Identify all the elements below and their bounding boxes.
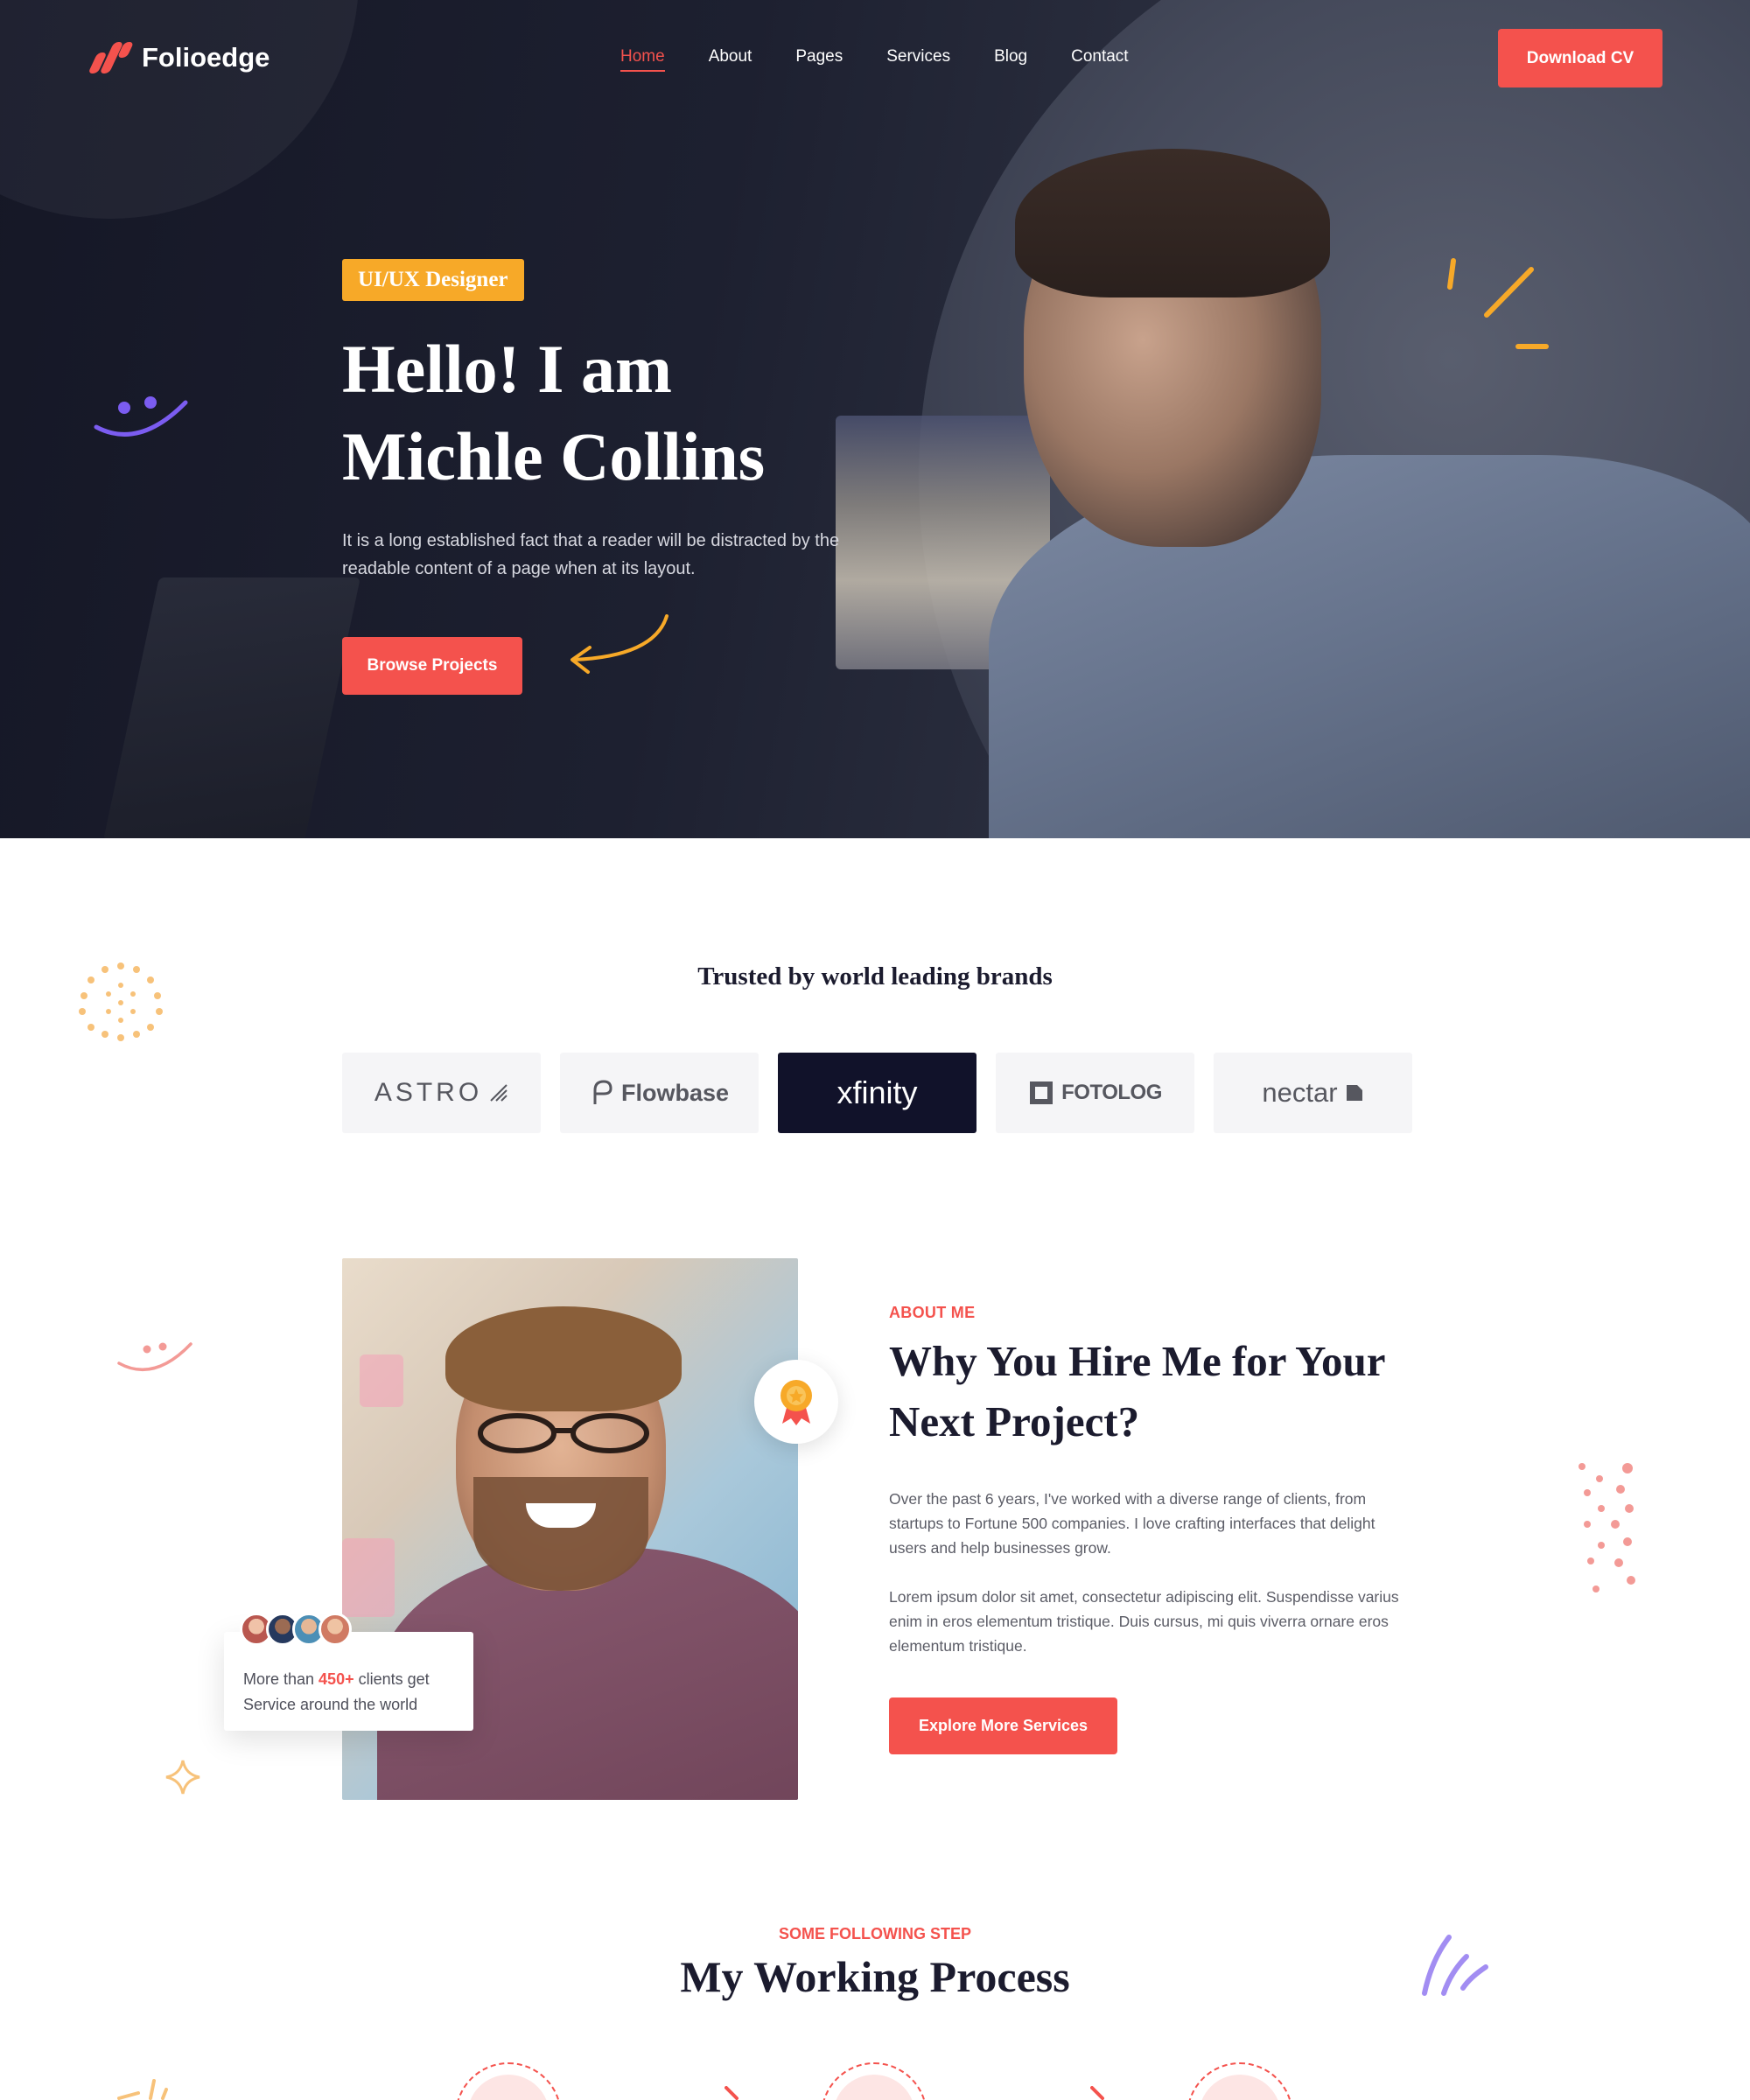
about-paragraph-2: Lorem ipsum dolor sit amet, consectetur … xyxy=(889,1588,1399,1655)
brand-logo-flowbase[interactable]: Flowbase xyxy=(560,1053,759,1133)
about-eyebrow: ABOUT ME xyxy=(889,1304,976,1321)
about-paragraph-1: Over the past 6 years, I've worked with … xyxy=(889,1490,1376,1557)
brand-logo-fotolog[interactable]: FOTOLOG xyxy=(996,1053,1194,1133)
nav-item-services[interactable]: Services xyxy=(886,47,950,72)
step-arrow-icon xyxy=(1090,2086,1104,2100)
hero-heading-line1: Hello! I am xyxy=(342,331,672,407)
sparkle-lines-icon xyxy=(1447,258,1549,349)
process-step-2 xyxy=(821,2062,928,2100)
process-step-1 xyxy=(455,2062,562,2100)
clients-count: 450+ xyxy=(318,1670,354,1688)
smile-doodle-pink-icon xyxy=(117,1342,192,1372)
flowbase-wordmark: Flowbase xyxy=(620,1079,730,1106)
process-eyebrow: SOME FOLLOWING STEP xyxy=(779,1925,971,1942)
xfinity-wordmark: xfinity xyxy=(836,1074,918,1110)
about-heading: Why You Hire Me for Your Next Project? xyxy=(889,1331,1414,1452)
curved-arrow-icon xyxy=(570,614,668,674)
explore-services-button[interactable]: Explore More Services xyxy=(889,1698,1117,1754)
nectar-wordmark: nectar xyxy=(1262,1077,1338,1108)
brand-logo-xfinity[interactable]: xfinity xyxy=(778,1053,976,1133)
brand-logo[interactable]: Folioedge xyxy=(86,40,270,75)
nav-item-pages[interactable]: Pages xyxy=(795,47,843,72)
smile-doodle-icon xyxy=(94,396,188,437)
brand-logo-astro[interactable]: ASTRO xyxy=(342,1053,541,1133)
top-navigation: Folioedge Home About Pages Services Blog… xyxy=(0,0,1750,117)
logo-mark-icon xyxy=(86,40,135,75)
fotolog-wordmark: FOTOLOG xyxy=(1061,1081,1162,1104)
brands-heading: Trusted by world leading brands xyxy=(697,962,1053,990)
about-heading-line2: Next Project? xyxy=(889,1397,1140,1446)
browse-projects-button[interactable]: Browse Projects xyxy=(342,637,522,695)
clients-info-card: More than 450+ clients get Service aroun… xyxy=(224,1632,473,1731)
hero-section: Folioedge Home About Pages Services Blog… xyxy=(0,0,1750,838)
hero-description: It is a long established fact that a rea… xyxy=(342,531,840,578)
astro-rocket-icon xyxy=(490,1084,508,1102)
role-tag: UI/UX Designer xyxy=(342,259,524,301)
star-sparkle-icon xyxy=(165,1760,200,1795)
hero-heading: Hello! I am Michle Collins xyxy=(342,326,858,500)
clients-text-prefix: More than xyxy=(243,1670,319,1688)
brand-logo-nectar[interactable]: nectar xyxy=(1214,1053,1412,1133)
flowbase-icon xyxy=(593,1080,612,1104)
award-badge xyxy=(754,1360,838,1444)
client-avatars xyxy=(240,1613,352,1646)
about-text-block: ABOUT ME Why You Hire Me for Your Next P… xyxy=(889,1304,1414,1658)
sparkle-partial-icon xyxy=(117,2079,168,2100)
clients-text-line2: Service around the world xyxy=(243,1696,418,1713)
hero-content: UI/UX Designer Hello! I am Michle Collin… xyxy=(342,259,858,583)
hero-heading-line2: Michle Collins xyxy=(342,418,766,494)
astro-wordmark: ASTRO xyxy=(374,1078,483,1107)
brand-name: Folioedge xyxy=(142,42,270,73)
download-cv-button[interactable]: Download CV xyxy=(1498,29,1662,88)
process-step-3 xyxy=(1186,2062,1293,2100)
hero-bg-laptop xyxy=(103,578,360,838)
brand-logo-row: ASTRO Flowbase xfinity FOTOLOG nectar xyxy=(342,1053,1412,1133)
fotolog-square-icon xyxy=(1030,1082,1054,1104)
hero-photo-hair xyxy=(1015,149,1330,298)
nav-item-about[interactable]: About xyxy=(709,47,752,72)
nav-item-contact[interactable]: Contact xyxy=(1071,47,1128,72)
award-medal-icon xyxy=(780,1380,812,1425)
dots-column-icon xyxy=(1578,1463,1635,1592)
nav-item-blog[interactable]: Blog xyxy=(994,47,1027,72)
main-menu: Home About Pages Services Blog Contact xyxy=(620,47,1129,72)
process-heading: My Working Process xyxy=(680,1952,1070,2001)
step-arrow-icon xyxy=(724,2086,738,2100)
about-heading-line1: Why You Hire Me for Your xyxy=(889,1337,1386,1385)
nav-item-home[interactable]: Home xyxy=(620,47,665,72)
avatar xyxy=(318,1613,352,1646)
clients-text-suffix: clients get xyxy=(354,1670,430,1688)
nectar-doc-icon xyxy=(1346,1085,1362,1101)
